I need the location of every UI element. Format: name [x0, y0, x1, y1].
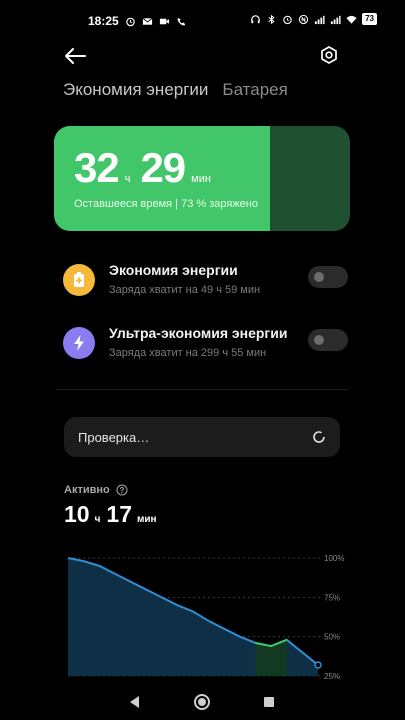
mail-icon [142, 17, 153, 25]
help-icon[interactable]: ? [116, 484, 128, 496]
remaining-minutes: 29 [140, 144, 186, 191]
signal-icon [315, 15, 325, 24]
y-tick-label: 25% [324, 672, 340, 681]
toggle-knob [314, 335, 324, 345]
tab-battery[interactable]: Батарея [222, 80, 287, 100]
minutes-unit: мин [191, 173, 211, 185]
svg-text:?: ? [119, 486, 124, 495]
status-right: 73 [250, 13, 377, 25]
battery-level-chart: 100% 75% 50% 25% [67, 554, 344, 681]
mode-subtitle: Заряда хватит на 49 ч 59 мин [109, 284, 261, 296]
status-left: 18:25 [88, 14, 187, 28]
bluetooth-icon [268, 14, 275, 24]
remaining-subtitle: Оставшееся время | 73 % заряжено [74, 198, 258, 210]
y-tick-label: 50% [324, 633, 340, 642]
y-tick-label: 75% [324, 593, 340, 602]
nav-recents-icon[interactable] [259, 692, 279, 712]
video-camera-icon [159, 18, 169, 24]
toggle-knob [314, 272, 324, 282]
tab-power-saving[interactable]: Экономия энергии [63, 80, 208, 100]
remaining-time: 32 ч 29 мин [74, 144, 221, 192]
active-time: 10 ч 17 мин [64, 501, 163, 528]
active-hours: 10 [64, 501, 90, 527]
y-tick-label: 100% [324, 554, 344, 563]
back-arrow-icon[interactable] [62, 44, 88, 68]
headphones-icon [251, 14, 260, 23]
top-bar [0, 40, 405, 74]
power-saving-toggle[interactable] [308, 266, 348, 288]
mode-title: Экономия энергии [109, 262, 238, 278]
remaining-hours: 32 [74, 144, 120, 191]
scan-button[interactable]: Проверка… [64, 417, 340, 457]
mode-ultra-power-saving[interactable]: Ультра-экономия энергии Заряда хватит на… [63, 325, 348, 365]
wifi-icon [346, 15, 357, 24]
alarm-clock-icon [125, 17, 135, 26]
scan-label: Проверка… [78, 430, 150, 445]
ultra-power-saving-toggle[interactable] [308, 329, 348, 351]
active-label: Активно ? [64, 484, 128, 496]
active-label-text: Активно [64, 484, 110, 496]
signal-2-icon [331, 15, 341, 24]
battery-plus-icon [63, 264, 95, 296]
call-icon [177, 17, 185, 26]
navigation-bar [0, 684, 405, 720]
section-divider [56, 389, 348, 390]
mode-power-saving[interactable]: Экономия энергии Заряда хватит на 49 ч 5… [63, 262, 348, 302]
battery-remaining-card: 32 ч 29 мин Оставшееся время | 73 % заря… [54, 126, 350, 231]
mode-tabs: Экономия энергии Батарея [63, 80, 288, 100]
status-bar: 18:25 73 [0, 0, 405, 40]
alarm-icon [283, 15, 292, 24]
nav-back-icon[interactable] [125, 692, 145, 712]
active-hours-unit: ч [94, 514, 101, 525]
settings-gear-icon[interactable] [318, 44, 340, 68]
nav-home-icon[interactable] [192, 692, 212, 712]
lightning-icon [63, 327, 95, 359]
mode-title: Ультра-экономия энергии [109, 325, 288, 341]
nfc-icon [298, 14, 309, 24]
current-level-point [314, 661, 322, 669]
status-time: 18:25 [88, 14, 119, 28]
battery-level: 73 [362, 13, 377, 25]
mode-subtitle: Заряда хватит на 299 ч 55 мин [109, 347, 267, 359]
loading-spinner-icon [313, 431, 325, 443]
active-minutes: 17 [106, 501, 132, 527]
hours-unit: ч [124, 173, 131, 185]
active-minutes-unit: мин [137, 514, 157, 525]
